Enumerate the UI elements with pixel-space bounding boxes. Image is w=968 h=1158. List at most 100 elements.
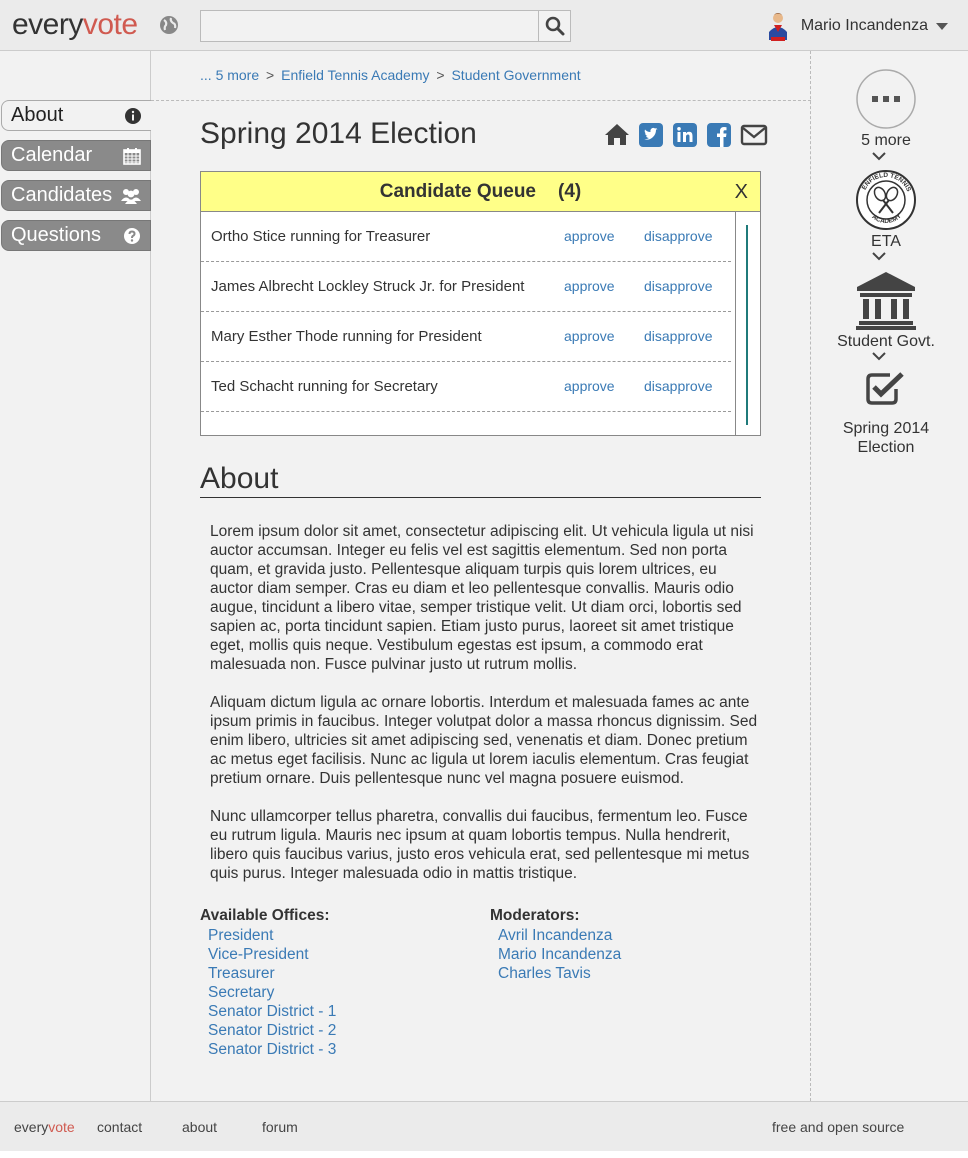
about-heading: About [200, 462, 761, 498]
chevron-down-icon[interactable] [936, 22, 948, 30]
queue-row: Ted Schacht running for Secretary approv… [201, 362, 731, 412]
disapprove-button[interactable]: disapprove [644, 278, 713, 294]
about-paragraph: Aliquam dictum ligula ac ornare lobortis… [210, 694, 758, 787]
offices-list: President Vice-President Treasurer Secre… [208, 926, 336, 1059]
footer-logo[interactable]: everyvote [14, 1119, 75, 1135]
eta-logo: ENFIELD TENNIS ACADEMY [856, 170, 916, 230]
candidate-name: James Albrecht Lockley Struck Jr. for Pr… [211, 278, 525, 295]
hierarchy-label: Spring 2014 Election [842, 420, 930, 456]
hierarchy-label: ETA [871, 233, 901, 250]
brand-part1: every [12, 8, 83, 41]
search-icon [545, 16, 564, 36]
hierarchy-nav: 5 more ENFIELD TENNIS ACADEMY ETA Studen… [811, 51, 961, 1101]
office-link[interactable]: Treasurer [208, 964, 336, 983]
share-toolbar [604, 122, 768, 148]
candidate-queue-panel: Candidate Queue (4) X Ortho Stice running… [200, 171, 761, 436]
breadcrumb: ... 5 more > Enfield Tennis Academy > St… [200, 67, 581, 83]
globe-icon[interactable] [159, 15, 179, 35]
approve-button[interactable]: approve [564, 328, 615, 344]
brand-logo[interactable]: everyvote [12, 8, 138, 42]
moderator-link[interactable]: Avril Incandenza [498, 926, 621, 945]
offices-heading: Available Offices: [200, 907, 330, 924]
office-link[interactable]: Vice-President [208, 945, 336, 964]
question-icon [124, 227, 140, 244]
queue-row: Mary Esther Thode running for President … [201, 312, 731, 362]
about-paragraph: Nunc ullamcorper tellus pharetra, conval… [210, 808, 750, 882]
footer-brand-part1: every [14, 1119, 49, 1135]
username: Mario Incandenza [800, 17, 928, 34]
sidebar-item-about[interactable]: About [1, 100, 151, 131]
ellipsis-icon [856, 69, 916, 129]
footer-oss-link[interactable]: free and open source [772, 1119, 904, 1135]
breadcrumb-item-student-govt[interactable]: Student Government [451, 67, 580, 83]
approve-button[interactable]: approve [564, 278, 615, 294]
sidebar-item-questions[interactable]: Questions [1, 220, 151, 251]
office-link[interactable]: Senator District - 1 [208, 1002, 336, 1021]
queue-row: James Albrecht Lockley Struck Jr. for Pr… [201, 262, 731, 312]
home-icon[interactable] [604, 122, 630, 148]
disapprove-button[interactable]: disapprove [644, 228, 713, 244]
facebook-icon[interactable] [706, 122, 732, 148]
footer-contact-link[interactable]: contact [97, 1119, 142, 1135]
users-icon [121, 188, 141, 204]
page-title: Spring 2014 Election [200, 117, 477, 150]
queue-row: Ortho Stice running for Treasurer approv… [201, 212, 731, 262]
queue-list: Ortho Stice running for Treasurer approv… [201, 212, 736, 436]
moderators-heading: Moderators: [490, 907, 580, 924]
sidebar-item-calendar[interactable]: Calendar [1, 140, 151, 171]
office-link[interactable]: Secretary [208, 983, 336, 1002]
sidebar-item-label: Questions [11, 224, 102, 246]
linkedin-icon[interactable] [672, 122, 698, 148]
search-input[interactable] [200, 10, 539, 42]
user-menu[interactable]: Mario Incandenza [765, 10, 948, 42]
disapprove-button[interactable]: disapprove [644, 328, 713, 344]
hierarchy-eta[interactable]: ENFIELD TENNIS ACADEMY ETA [811, 169, 961, 251]
top-bar: everyvote Mario Incandenza [0, 0, 968, 51]
close-button[interactable]: X [735, 172, 748, 212]
calendar-icon [123, 147, 141, 165]
moderator-link[interactable]: Mario Incandenza [498, 945, 621, 964]
sidebar-item-label: About [11, 104, 64, 126]
candidate-name: Ted Schacht running for Secretary [211, 378, 438, 395]
breadcrumb-item-eta[interactable]: Enfield Tennis Academy [281, 67, 429, 83]
chevron-down-icon [872, 252, 886, 261]
sidebar-item-candidates[interactable]: Candidates [1, 180, 151, 211]
page-bottom [0, 1151, 968, 1158]
breadcrumb-separator: > [266, 67, 275, 83]
approve-button[interactable]: approve [564, 228, 615, 244]
sidebar-item-label: Calendar [11, 144, 93, 166]
chevron-down-icon [872, 352, 886, 361]
queue-count: (4) [558, 181, 582, 202]
queue-scrollbar[interactable] [746, 225, 748, 425]
sidebar-item-label: Candidates [11, 184, 113, 206]
approve-button[interactable]: approve [564, 378, 615, 394]
candidate-name: Ortho Stice running for Treasurer [211, 228, 431, 245]
queue-header: Candidate Queue (4) X [201, 172, 760, 212]
check-square-icon [866, 372, 904, 405]
content-divider [151, 100, 811, 101]
twitter-icon[interactable] [638, 122, 664, 148]
footer-about-link[interactable]: about [182, 1119, 217, 1135]
office-link[interactable]: President [208, 926, 336, 945]
office-link[interactable]: Senator District - 2 [208, 1021, 336, 1040]
breadcrumb-separator: > [436, 67, 445, 83]
mail-icon[interactable] [740, 122, 768, 148]
office-link[interactable]: Senator District - 3 [208, 1040, 336, 1059]
hierarchy-student-govt[interactable]: Student Govt. [811, 269, 961, 351]
hierarchy-more[interactable]: 5 more [811, 68, 961, 150]
moderator-link[interactable]: Charles Tavis [498, 964, 621, 983]
footer-forum-link[interactable]: forum [262, 1119, 298, 1135]
breadcrumb-more[interactable]: 5 more [216, 67, 260, 83]
search-button[interactable] [538, 10, 571, 42]
queue-title: Candidate Queue [379, 181, 536, 202]
institution-icon [856, 272, 916, 330]
hierarchy-label: 5 more [861, 132, 911, 149]
hierarchy-election[interactable]: Spring 2014 Election [811, 371, 961, 457]
breadcrumb-ellipsis[interactable]: ... [200, 67, 216, 83]
hierarchy-label: Student Govt. [837, 333, 935, 350]
candidate-name: Mary Esther Thode running for President [211, 328, 482, 345]
brand-part2: vote [82, 8, 138, 41]
disapprove-button[interactable]: disapprove [644, 378, 713, 394]
footer-brand-part2: vote [48, 1119, 75, 1135]
info-icon [125, 107, 141, 124]
